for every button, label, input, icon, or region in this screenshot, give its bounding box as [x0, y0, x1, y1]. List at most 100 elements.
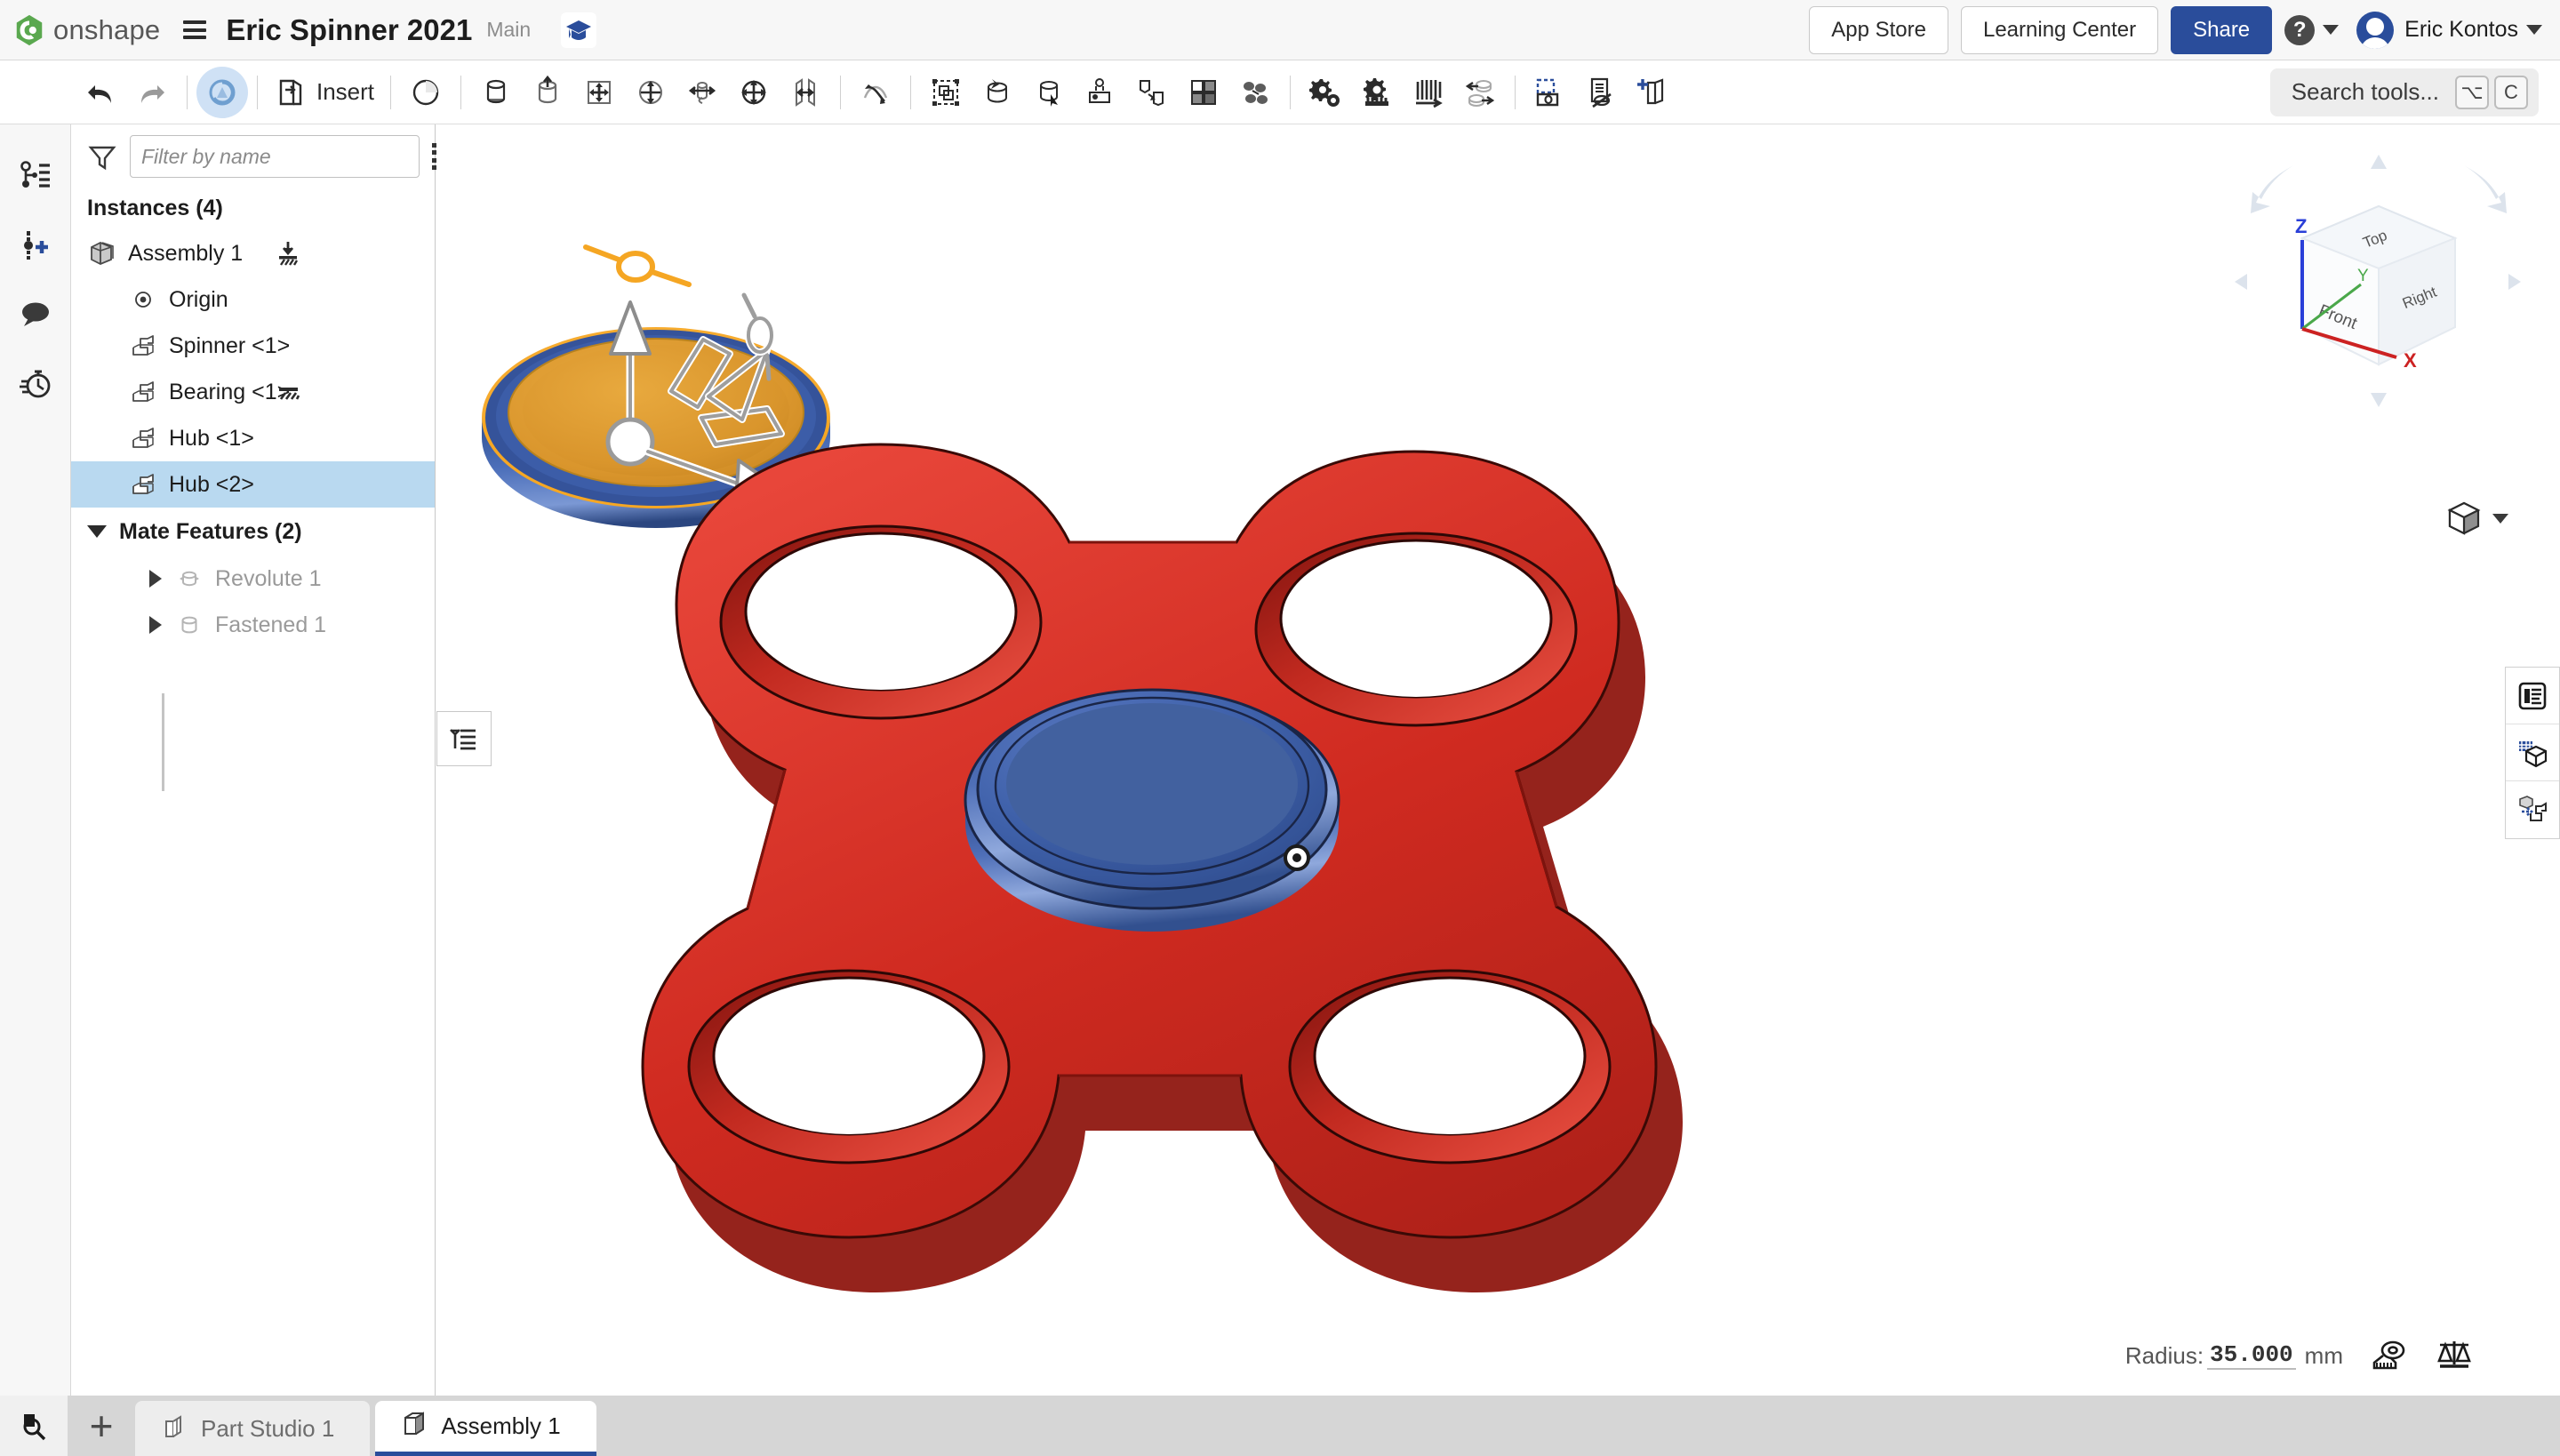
filter-input[interactable]	[130, 135, 420, 178]
pattern-icon[interactable]	[1075, 67, 1126, 118]
onshape-logo[interactable]: onshape	[12, 13, 160, 47]
versions-branches-icon[interactable]	[11, 140, 60, 210]
collapse-tree-icon	[449, 724, 479, 754]
app-store-button[interactable]: App Store	[1809, 6, 1948, 54]
new-part-studio-icon[interactable]	[1628, 67, 1679, 118]
gear-icon[interactable]	[1300, 67, 1351, 118]
slider-mate-icon[interactable]	[522, 67, 573, 118]
graphics-viewport[interactable]: Top Front Right Z Y X	[436, 124, 2560, 1396]
insert-label: Insert	[316, 78, 374, 106]
fasteners-icon[interactable]	[1229, 67, 1281, 118]
revolute-mate-icon[interactable]	[470, 67, 522, 118]
part-icon	[128, 469, 158, 500]
radius-unit: mm	[2305, 1342, 2343, 1370]
tab-search-icon[interactable]	[0, 1396, 68, 1456]
tree-node-revolute-1[interactable]: Revolute 1	[71, 556, 435, 602]
explode-icon[interactable]	[1178, 67, 1229, 118]
right-panel-rail	[2505, 667, 2560, 839]
display-style-control[interactable]	[2444, 498, 2508, 539]
tree-node-fastened-1[interactable]: Fastened 1	[71, 602, 435, 648]
mate-connector-icon[interactable]	[972, 67, 1023, 118]
user-name-label[interactable]: Eric Kontos	[2404, 17, 2518, 43]
chevron-right-icon[interactable]	[149, 570, 162, 588]
tree-node-hub-2[interactable]: Hub <2>	[71, 461, 435, 508]
parallel-mate-icon[interactable]	[780, 67, 831, 118]
branch-label[interactable]: Main	[486, 18, 531, 42]
tab-label: Part Studio 1	[201, 1415, 334, 1443]
planar-mate-icon[interactable]	[573, 67, 625, 118]
tangent-mate-icon[interactable]	[850, 67, 901, 118]
part-studio-icon	[158, 1412, 188, 1446]
ground-hatch-icon[interactable]	[273, 377, 303, 407]
transform-icon[interactable]	[1126, 67, 1178, 118]
fastened-mate-icon	[174, 610, 204, 640]
instances-heading: Instances (4)	[71, 188, 435, 230]
ball-mate-icon[interactable]	[728, 67, 780, 118]
tree-node-bearing-1[interactable]: Bearing <1>	[71, 369, 435, 415]
share-button[interactable]: Share	[2171, 6, 2272, 54]
cylindrical-mate-icon[interactable]	[625, 67, 676, 118]
hamburger-menu-icon[interactable]	[183, 20, 206, 39]
learning-center-button[interactable]: Learning Center	[1961, 6, 2158, 54]
chevron-down-icon[interactable]	[2492, 514, 2508, 524]
tree-node-assembly-1[interactable]: Assembly 1	[71, 230, 435, 276]
tab-part-studio-1[interactable]: Part Studio 1	[135, 1401, 370, 1456]
insert-icon	[274, 76, 308, 109]
tree-node-origin[interactable]: Origin	[71, 276, 435, 323]
add-version-icon[interactable]	[11, 210, 60, 279]
toolbar-divider	[390, 76, 391, 109]
header-actions: App Store Learning Center Share ? Eric K…	[1809, 6, 2542, 54]
chevron-right-icon[interactable]	[149, 616, 162, 634]
folder-icon[interactable]	[1524, 67, 1576, 118]
screw-icon[interactable]	[1403, 67, 1454, 118]
mass-properties-scale-icon[interactable]	[2434, 1335, 2475, 1376]
user-chevron-down-icon[interactable]	[2526, 25, 2542, 35]
rack-pinion-icon[interactable]	[1351, 67, 1403, 118]
search-tools-label: Search tools...	[2292, 78, 2439, 106]
animate-icon[interactable]	[196, 67, 248, 118]
hide-icon[interactable]	[1576, 67, 1628, 118]
replicate-icon[interactable]	[1023, 67, 1075, 118]
part-icon	[128, 377, 158, 407]
fixed-ground-icon[interactable]	[273, 238, 303, 268]
redo-icon[interactable]	[126, 67, 178, 118]
help-menu[interactable]: ?	[2284, 15, 2339, 45]
graduation-cap-glyph	[564, 15, 594, 45]
filter-funnel-icon[interactable]	[87, 141, 117, 172]
add-tab-icon[interactable]: +	[68, 1396, 135, 1456]
tree-node-label: Origin	[169, 287, 228, 313]
chevron-down-icon	[87, 525, 107, 538]
shaded-cube-icon	[2444, 498, 2484, 539]
tree-node-hub-1[interactable]: Hub <1>	[71, 415, 435, 461]
shortcut-key-c: C	[2494, 76, 2528, 109]
linear-relation-icon[interactable]	[1454, 67, 1506, 118]
tab-assembly-1[interactable]: Assembly 1	[375, 1401, 596, 1456]
search-tools-box[interactable]: Search tools... ⌥ C	[2270, 68, 2539, 116]
insert-button[interactable]: Insert	[267, 76, 381, 109]
instances-panel-icon[interactable]	[2506, 781, 2559, 838]
document-title[interactable]: Eric Spinner 2021	[226, 13, 472, 47]
measure-tape-icon[interactable]	[2368, 1335, 2409, 1376]
graduation-cap-icon[interactable]	[561, 12, 596, 48]
tree-node-label: Spinner <1>	[169, 333, 290, 359]
assembly-icon	[87, 238, 117, 268]
pin-slot-mate-icon[interactable]	[676, 67, 728, 118]
left-icon-rail	[0, 124, 71, 1396]
hub-cap[interactable]	[965, 690, 1339, 932]
toolbar-divider	[460, 76, 461, 109]
history-icon[interactable]	[11, 348, 60, 418]
axis-z-label: Z	[2295, 215, 2307, 237]
avatar[interactable]	[2356, 12, 2394, 49]
fastened-mate-icon[interactable]	[400, 67, 452, 118]
group-icon[interactable]	[920, 67, 972, 118]
comments-icon[interactable]	[11, 279, 60, 348]
view-cube[interactable]: Top Front Right Z Y X	[2231, 151, 2524, 418]
help-question-icon: ?	[2284, 15, 2315, 45]
parts-list-icon[interactable]	[2506, 724, 2559, 781]
bill-of-materials-icon[interactable]	[2506, 668, 2559, 724]
mate-features-heading-row[interactable]: Mate Features (2)	[71, 508, 435, 556]
viewcube-body[interactable]: Top Front Right	[2302, 206, 2455, 364]
tree-node-spinner-1[interactable]: Spinner <1>	[71, 323, 435, 369]
collapse-tree-button[interactable]	[436, 711, 492, 766]
undo-icon[interactable]	[75, 67, 126, 118]
